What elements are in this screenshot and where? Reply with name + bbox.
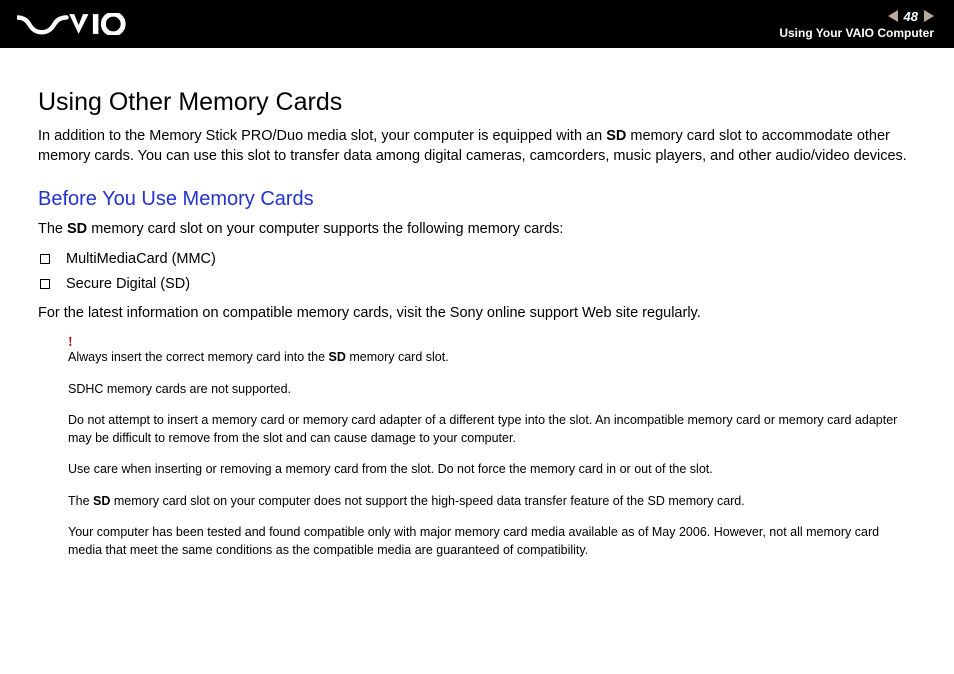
warning-text-a: Always insert the correct memory card in… [68,350,329,364]
header-right: 48 Using Your VAIO Computer [779,0,934,48]
bullet-list: MultiMediaCard (MMC) Secure Digital (SD) [38,247,916,296]
warning-bold: SD [329,350,346,364]
vaio-logo [17,0,127,48]
warning-item: Use care when inserting or removing a me… [68,461,916,479]
warning-item: Do not attempt to insert a memory card o… [68,412,916,447]
warning-item: Your computer has been tested and found … [68,524,916,559]
support-bold: SD [67,221,87,237]
warning-item: Always insert the correct memory card in… [68,337,916,367]
warning-text-b: memory card slot. [346,350,449,364]
page-nav: 48 [888,9,934,24]
intro-text-a: In addition to the Memory Stick PRO/Duo … [38,128,606,144]
bullet-text: Secure Digital (SD) [66,272,190,297]
page-header: 48 Using Your VAIO Computer [0,0,954,48]
warning-item: The SD memory card slot on your computer… [68,493,916,511]
warning-text-b: memory card slot on your computer does n… [110,494,744,508]
next-page-arrow-icon[interactable] [924,10,934,22]
sub-heading: Before You Use Memory Cards [38,188,916,211]
bullet-icon [40,254,50,264]
bullet-icon [40,279,50,289]
intro-paragraph: In addition to the Memory Stick PRO/Duo … [38,127,916,166]
prev-page-arrow-icon[interactable] [888,10,898,22]
warning-bold: SD [93,494,110,508]
warning-icon: ! [68,335,73,351]
main-heading: Using Other Memory Cards [38,88,916,117]
chapter-title: Using Your VAIO Computer [779,26,934,40]
support-b: memory card slot on your computer suppor… [87,221,563,237]
warning-text-a: The [68,494,93,508]
page-content: Using Other Memory Cards In addition to … [0,48,954,593]
warning-item: SDHC memory cards are not supported. [68,381,916,399]
intro-bold: SD [606,128,626,144]
support-a: The [38,221,67,237]
support-text: The SD memory card slot on your computer… [38,219,916,239]
page-number: 48 [904,9,918,24]
list-item: MultiMediaCard (MMC) [40,247,916,272]
latest-info: For the latest information on compatible… [38,303,916,323]
bullet-text: MultiMediaCard (MMC) [66,247,216,272]
warning-block: ! Always insert the correct memory card … [38,337,916,559]
list-item: Secure Digital (SD) [40,272,916,297]
